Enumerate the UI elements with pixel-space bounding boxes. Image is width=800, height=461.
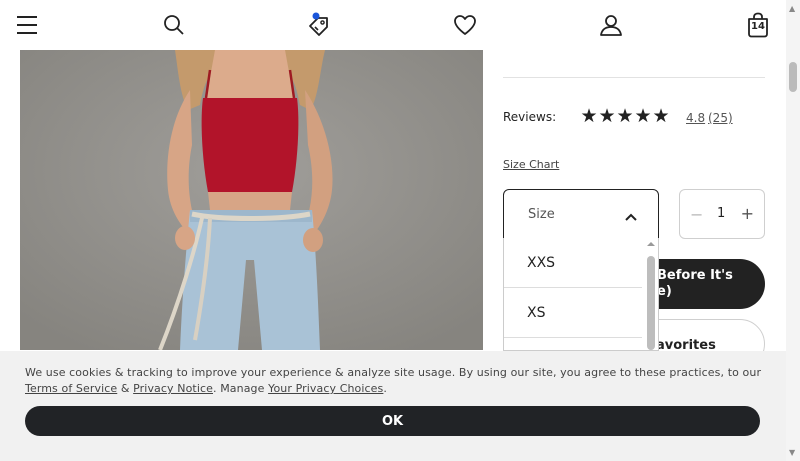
size-option-xs[interactable]: XS <box>504 288 642 338</box>
cookie-banner: We use cookies & tracking to improve you… <box>0 351 786 461</box>
bag-icon[interactable]: 14 <box>745 12 771 38</box>
quantity-increase-button[interactable]: + <box>741 204 754 223</box>
star-rating[interactable]: ★ ★ ★ ★ ★ <box>580 106 670 126</box>
review-count-link[interactable]: (25) <box>708 111 733 125</box>
search-icon[interactable] <box>161 12 187 38</box>
dropdown-scroll-thumb[interactable] <box>647 256 655 350</box>
page-scrollbar[interactable]: ▲ ▼ <box>786 0 800 461</box>
cookie-text: We use cookies & tracking to improve you… <box>25 366 762 379</box>
rating-value-link[interactable]: 4.8 <box>686 111 705 125</box>
notify-button-line2: e) <box>657 284 672 299</box>
star-icon: ★ <box>652 105 670 127</box>
scroll-up-arrow-icon[interactable]: ▲ <box>789 4 795 13</box>
product-image[interactable] <box>20 50 483 350</box>
product-page: 14 Reviews: ★ ★ ★ ★ ★ 4.8 (25) Size Char… <box>0 0 800 461</box>
notify-button-line1: Before It's <box>657 268 733 283</box>
size-select[interactable]: Size <box>503 189 659 239</box>
quantity-stepper: − 1 + <box>679 189 765 239</box>
privacy-choices-link[interactable]: Your Privacy Choices <box>268 382 383 395</box>
reviews-label: Reviews: <box>503 110 557 124</box>
section-divider <box>503 77 765 78</box>
size-dropdown-list: XXS XS <box>503 238 659 351</box>
cookie-ok-button[interactable]: OK <box>25 406 760 436</box>
quantity-value[interactable]: 1 <box>717 206 725 221</box>
size-option-label: XXS <box>527 254 556 271</box>
size-option-xxs[interactable]: XXS <box>504 238 642 288</box>
page-scroll-thumb[interactable] <box>789 62 797 92</box>
chevron-up-icon <box>624 207 638 226</box>
size-chart-link[interactable]: Size Chart <box>503 158 559 171</box>
site-header: 14 <box>0 0 786 50</box>
scroll-down-arrow-icon[interactable]: ▼ <box>789 448 795 457</box>
bag-count-badge: 14 <box>751 21 765 32</box>
heart-icon[interactable] <box>452 12 478 38</box>
account-icon[interactable] <box>598 12 624 38</box>
cookie-text-manage: . Manage <box>213 382 269 395</box>
menu-icon[interactable] <box>14 12 40 38</box>
star-icon: ★ <box>598 105 616 127</box>
star-icon: ★ <box>616 105 634 127</box>
star-icon: ★ <box>580 105 598 127</box>
star-icon: ★ <box>634 105 652 127</box>
size-select-label: Size <box>528 207 555 222</box>
terms-of-service-link[interactable]: Terms of Service <box>25 382 117 395</box>
cookie-text-amp: & <box>117 382 134 395</box>
quantity-decrease-button[interactable]: − <box>690 205 703 224</box>
cookie-text-end: . <box>383 382 387 395</box>
cookie-message: We use cookies & tracking to improve you… <box>25 365 765 397</box>
dropdown-scrollbar[interactable] <box>647 240 655 350</box>
tag-icon[interactable] <box>306 12 332 38</box>
size-option-label: XS <box>527 304 546 321</box>
privacy-notice-link[interactable]: Privacy Notice <box>133 382 213 395</box>
